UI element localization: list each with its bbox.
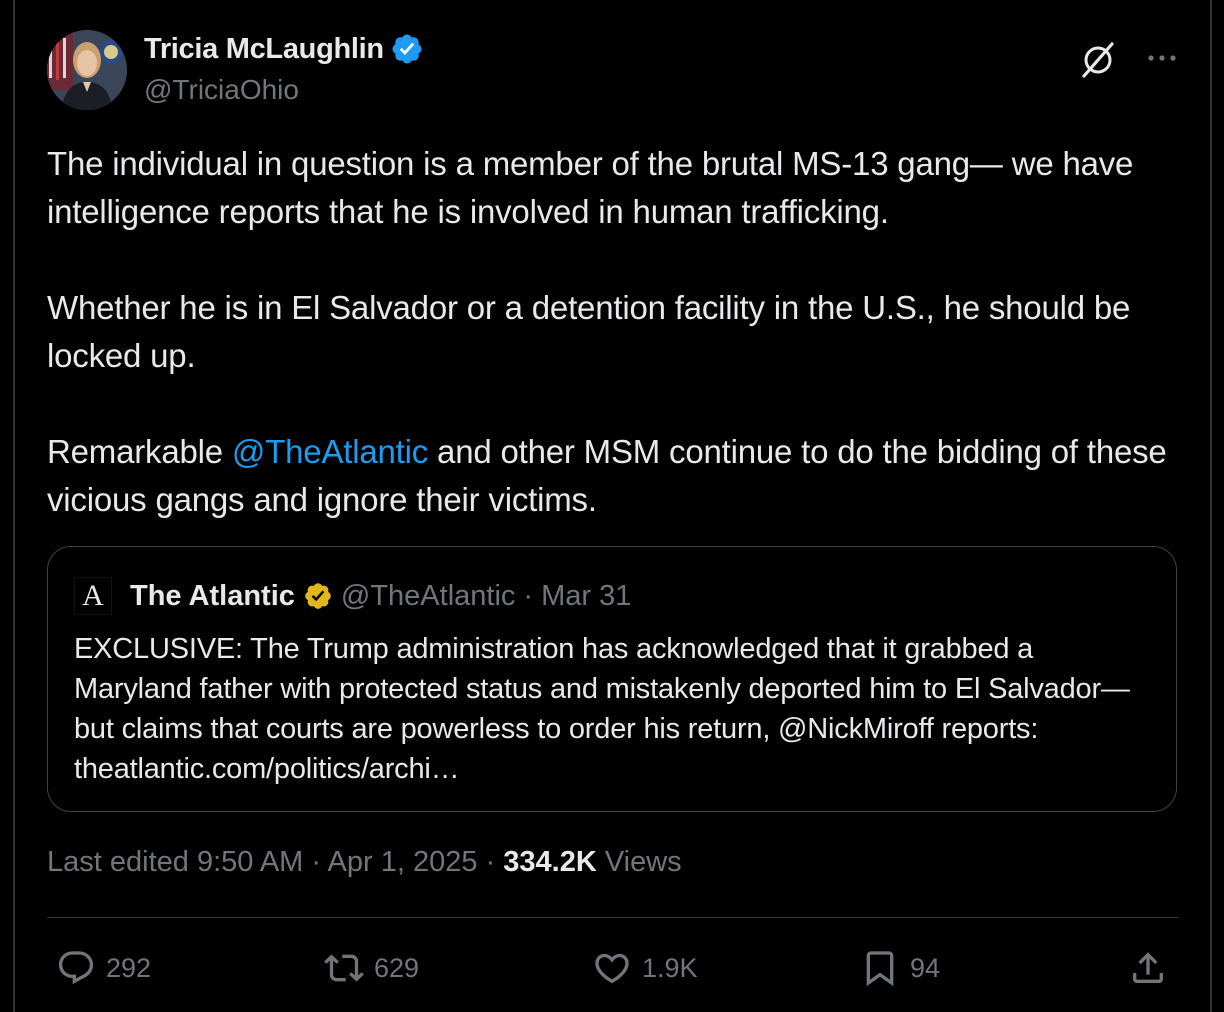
repost-icon <box>324 954 364 982</box>
views-count: 334.2K <box>503 846 597 878</box>
verified-badge-icon <box>392 34 422 64</box>
reply-button[interactable]: 292 <box>56 944 151 992</box>
repost-button[interactable]: 629 <box>324 944 419 992</box>
reply-icon <box>58 951 94 985</box>
reply-count: 292 <box>106 952 152 983</box>
quoted-tweet-text: EXCLUSIVE: The Trump administration has … <box>74 633 1130 785</box>
mention-link[interactable]: @TheAtlantic <box>232 433 428 470</box>
tweet-paragraph: Whether he is in El Salvador or a detent… <box>47 289 1131 374</box>
bookmark-icon <box>866 951 894 987</box>
quoted-tweet-card[interactable]: A The Atlantic @TheAtlantic · Mar 31 EXC… <box>47 546 1177 812</box>
author-handle[interactable]: @TriciaOhio <box>144 74 299 106</box>
like-button[interactable]: 1.9K <box>592 944 698 992</box>
post-date[interactable]: Apr 1, 2025 <box>328 846 478 878</box>
quoted-tweet-header: A The Atlantic @TheAtlantic · Mar 31 <box>74 577 631 615</box>
quoted-avatar: A <box>74 577 112 615</box>
grok-button[interactable] <box>1076 38 1120 82</box>
paragraph-text: Remarkable <box>47 433 232 470</box>
share-button[interactable] <box>1128 944 1168 992</box>
quoted-author-name: The Atlantic <box>130 579 295 612</box>
separator-dot: · <box>477 846 504 878</box>
tweet-meta: Last edited 9:50 AM · Apr 1, 2025 · 334.… <box>47 846 682 879</box>
tweet-text: The individual in question is a member o… <box>47 140 1187 524</box>
quoted-date: Mar 31 <box>541 579 632 612</box>
quoted-author-handle: @TheAtlantic <box>340 579 516 612</box>
heart-icon <box>595 953 629 984</box>
bookmark-count: 94 <box>910 952 941 983</box>
right-border <box>1210 0 1212 1012</box>
author-name[interactable]: Tricia McLaughlin <box>144 33 384 66</box>
divider <box>47 917 1179 918</box>
author-name-row[interactable]: Tricia McLaughlin <box>144 32 424 66</box>
tweet-paragraph: The individual in question is a member o… <box>47 145 1134 230</box>
separator-dot: · <box>523 579 534 612</box>
tweet-paragraph: Remarkable @TheAtlantic and other MSM co… <box>47 428 1187 524</box>
bookmark-button[interactable]: 94 <box>860 944 940 992</box>
share-icon <box>1133 952 1163 983</box>
repost-count: 629 <box>374 952 420 983</box>
left-border <box>13 0 15 1012</box>
avatar-photo <box>47 30 127 110</box>
atlantic-logo: A <box>82 579 104 612</box>
like-count: 1.9K <box>642 952 698 983</box>
edited-timestamp[interactable]: Last edited 9:50 AM <box>47 846 303 878</box>
verified-gold-badge-icon <box>305 583 331 609</box>
more-button[interactable] <box>1140 38 1184 82</box>
views-label: Views <box>596 846 682 878</box>
more-icon <box>1148 55 1176 61</box>
avatar[interactable] <box>47 30 127 110</box>
separator-dot: · <box>303 846 328 878</box>
grok-icon <box>1082 42 1114 78</box>
